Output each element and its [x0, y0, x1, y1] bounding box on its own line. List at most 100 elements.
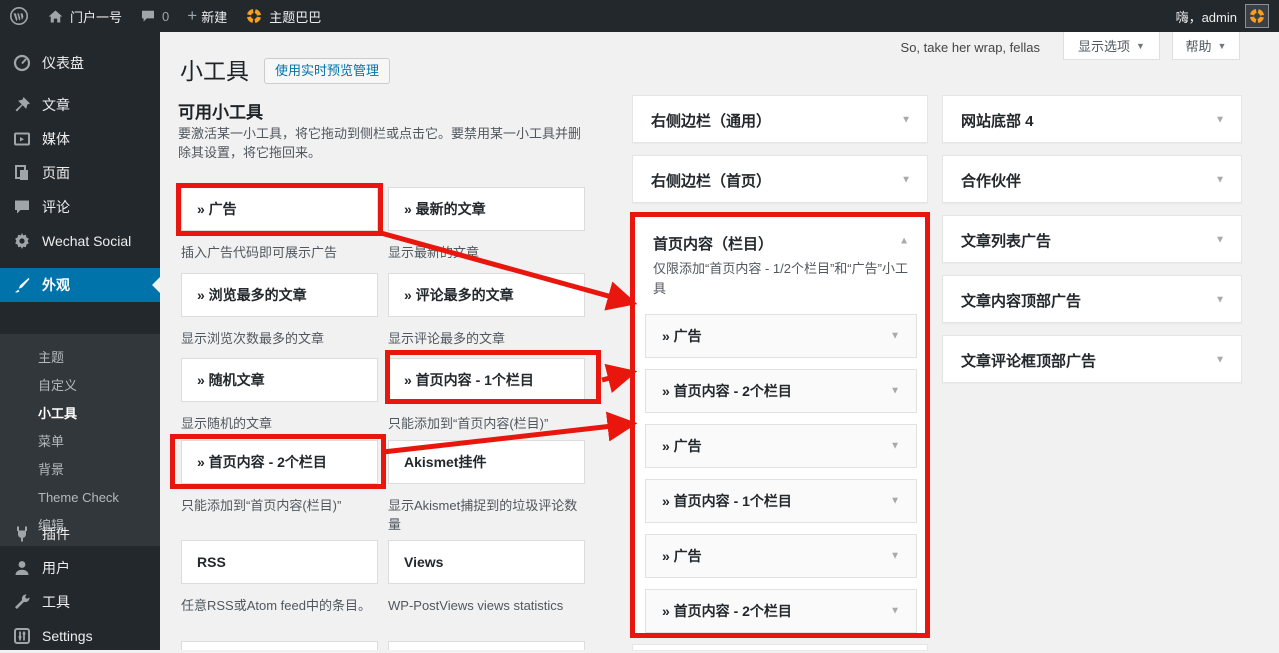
sidebar-panel-footer-4[interactable]: 网站底部 4 ▼ [942, 95, 1242, 143]
placed-widget-ad[interactable]: » 广告▼ [645, 314, 917, 358]
pages-icon [12, 163, 32, 183]
site-name: 门户一号 [70, 7, 122, 26]
widget-desc: 显示最新的文章 [388, 243, 587, 262]
avatar[interactable] [1245, 4, 1269, 28]
chevron-down-icon[interactable]: ▼ [890, 551, 900, 562]
current-menu-arrow [152, 277, 160, 293]
chevron-up-icon[interactable]: ▲ [899, 236, 909, 247]
widget-card-views[interactable]: Views [388, 540, 585, 584]
sidebar-panel-content-top-ad[interactable]: 文章内容顶部广告 ▼ [942, 275, 1242, 323]
sidebar-item-appearance[interactable]: 外观 [0, 268, 160, 302]
sidebar-item-users[interactable]: 用户 [0, 551, 160, 585]
sidebar-item-settings[interactable]: Settings [0, 619, 160, 653]
widget-card-random-posts[interactable]: » 随机文章 [181, 358, 378, 402]
admin-bar: 门户一号 0 + 新建 主题巴巴 嗨，admin [0, 0, 1279, 32]
submenu-item-widgets[interactable]: 小工具 [0, 400, 160, 428]
submenu-item-customize[interactable]: 自定义 [0, 372, 160, 400]
widget-card-partial[interactable] [388, 641, 585, 650]
widget-desc: 显示浏览次数最多的文章 [181, 329, 380, 348]
widget-desc: 显示评论最多的文章 [388, 329, 587, 348]
widget-card-rss[interactable]: RSS [181, 540, 378, 584]
sidebar-panel-partners[interactable]: 合作伙伴 ▼ [942, 155, 1242, 203]
chevron-down-icon[interactable]: ▼ [890, 441, 900, 452]
wrench-icon [12, 592, 32, 612]
chevron-down-icon[interactable]: ▼ [1215, 355, 1225, 366]
avatar-logo-icon [1248, 7, 1266, 25]
chevron-down-icon[interactable]: ▼ [890, 386, 900, 397]
sliders-icon [12, 626, 32, 646]
header-note: So, take her wrap, fellas [901, 40, 1040, 55]
wordpress-logo-menu[interactable] [0, 0, 38, 32]
comment-bubble-icon [140, 8, 156, 24]
submenu-item-themes[interactable]: 主题 [0, 344, 160, 372]
widget-card-most-commented[interactable]: » 评论最多的文章 [388, 273, 585, 317]
user-greeting[interactable]: 嗨，admin [1176, 7, 1237, 26]
widget-desc: 任意RSS或Atom feed中的条目。 [181, 596, 380, 615]
chevron-down-icon[interactable]: ▼ [1215, 235, 1225, 246]
theme-vendor-menu[interactable]: 主题巴巴 [236, 0, 330, 32]
dashboard-icon [12, 53, 32, 73]
chevron-down-icon[interactable]: ▼ [890, 331, 900, 342]
sidebar-item-media[interactable]: 媒体 [0, 122, 160, 156]
annotation-arrow [602, 373, 630, 380]
sidebar-item-wechat-social[interactable]: Wechat Social [0, 224, 160, 258]
placed-widget-ad[interactable]: » 广告▼ [645, 424, 917, 468]
media-icon [12, 129, 32, 149]
sidebar-panel-list-ad[interactable]: 文章列表广告 ▼ [942, 215, 1242, 263]
submenu-item-background[interactable]: 背景 [0, 456, 160, 484]
sidebar-item-plugins[interactable]: 插件 [0, 517, 160, 551]
page-title: 小工具 [180, 52, 249, 86]
widget-card-partial[interactable] [181, 641, 378, 650]
sidebar-item-tools[interactable]: 工具 [0, 585, 160, 619]
comments-shortcut[interactable]: 0 [131, 0, 178, 32]
widget-desc: 插入广告代码即可展示广告 [181, 243, 380, 262]
live-preview-button[interactable]: 使用实时预览管理 [264, 58, 390, 84]
new-label: 新建 [201, 7, 227, 26]
chevron-down-icon[interactable]: ▼ [890, 606, 900, 617]
appearance-submenu: 主题 自定义 小工具 菜单 背景 Theme Check 编辑 [0, 334, 160, 546]
sidebar-panel-right-home[interactable]: 右侧边栏（首页） ▼ [632, 155, 928, 203]
sidebar-panel-partial[interactable] [632, 644, 928, 650]
widget-card-home-1col[interactable]: » 首页内容 - 1个栏目 [388, 358, 585, 402]
sidebar-item-dashboard[interactable]: 仪表盘 [0, 46, 160, 80]
comment-count: 0 [162, 9, 169, 24]
chevron-down-icon[interactable]: ▼ [1215, 115, 1225, 126]
placed-widget-home-2col[interactable]: » 首页内容 - 2个栏目▼ [645, 369, 917, 413]
widget-desc: 只能添加到“首页内容(栏目)” [181, 496, 380, 515]
widget-desc: 显示Akismet捕捉到的垃圾评论数量 [388, 496, 587, 534]
sidebar-panel-home-columns: 首页内容（栏目） ▲ 仅限添加“首页内容 - 1/2个栏目”和“广告”小工具 »… [634, 216, 926, 634]
sidebar-panel-right-general[interactable]: 右侧边栏（通用） ▼ [632, 95, 928, 143]
screen-options-tab[interactable]: 显示选项 ▼ [1063, 32, 1160, 60]
help-tab[interactable]: 帮助 ▼ [1172, 32, 1240, 60]
new-content-menu[interactable]: + 新建 [178, 0, 236, 32]
widget-desc: WP-PostViews views statistics [388, 596, 587, 615]
widget-card-akismet[interactable]: Akismet挂件 [388, 440, 585, 484]
sidebar-item-posts[interactable]: 文章 [0, 88, 160, 122]
gear-icon [12, 231, 32, 251]
pushpin-icon [12, 95, 32, 115]
chevron-down-icon[interactable]: ▼ [1215, 175, 1225, 186]
chevron-down-icon[interactable]: ▼ [901, 115, 911, 126]
panel-description: 仅限添加“首页内容 - 1/2个栏目”和“广告”小工具 [653, 259, 911, 299]
sidebar-item-comments[interactable]: 评论 [0, 190, 160, 224]
home-icon [47, 8, 64, 25]
widget-desc: 只能添加到“首页内容(栏目)” [388, 414, 587, 433]
placed-widget-home-2col[interactable]: » 首页内容 - 2个栏目▼ [645, 589, 917, 633]
chevron-down-icon[interactable]: ▼ [1215, 295, 1225, 306]
widget-card-home-2col[interactable]: » 首页内容 - 2个栏目 [181, 440, 378, 484]
submenu-item-theme-check[interactable]: Theme Check [0, 484, 160, 512]
panel-title[interactable]: 首页内容（栏目） [653, 233, 773, 254]
widget-card-latest-posts[interactable]: » 最新的文章 [388, 187, 585, 231]
widget-desc: 显示随机的文章 [181, 414, 380, 433]
chevron-down-icon[interactable]: ▼ [901, 175, 911, 186]
widget-card-ad[interactable]: » 广告 [181, 187, 378, 231]
placed-widget-home-1col[interactable]: » 首页内容 - 1个栏目▼ [645, 479, 917, 523]
chevron-down-icon[interactable]: ▼ [890, 496, 900, 507]
widget-card-most-viewed[interactable]: » 浏览最多的文章 [181, 273, 378, 317]
submenu-item-menus[interactable]: 菜单 [0, 428, 160, 456]
placed-widget-ad[interactable]: » 广告▼ [645, 534, 917, 578]
sidebar-panel-comment-top-ad[interactable]: 文章评论框顶部广告 ▼ [942, 335, 1242, 383]
visit-site-link[interactable]: 门户一号 [38, 0, 131, 32]
admin-menu: 仪表盘 文章 媒体 页面 评论 Wechat Social 外观 [0, 32, 160, 650]
sidebar-item-pages[interactable]: 页面 [0, 156, 160, 190]
